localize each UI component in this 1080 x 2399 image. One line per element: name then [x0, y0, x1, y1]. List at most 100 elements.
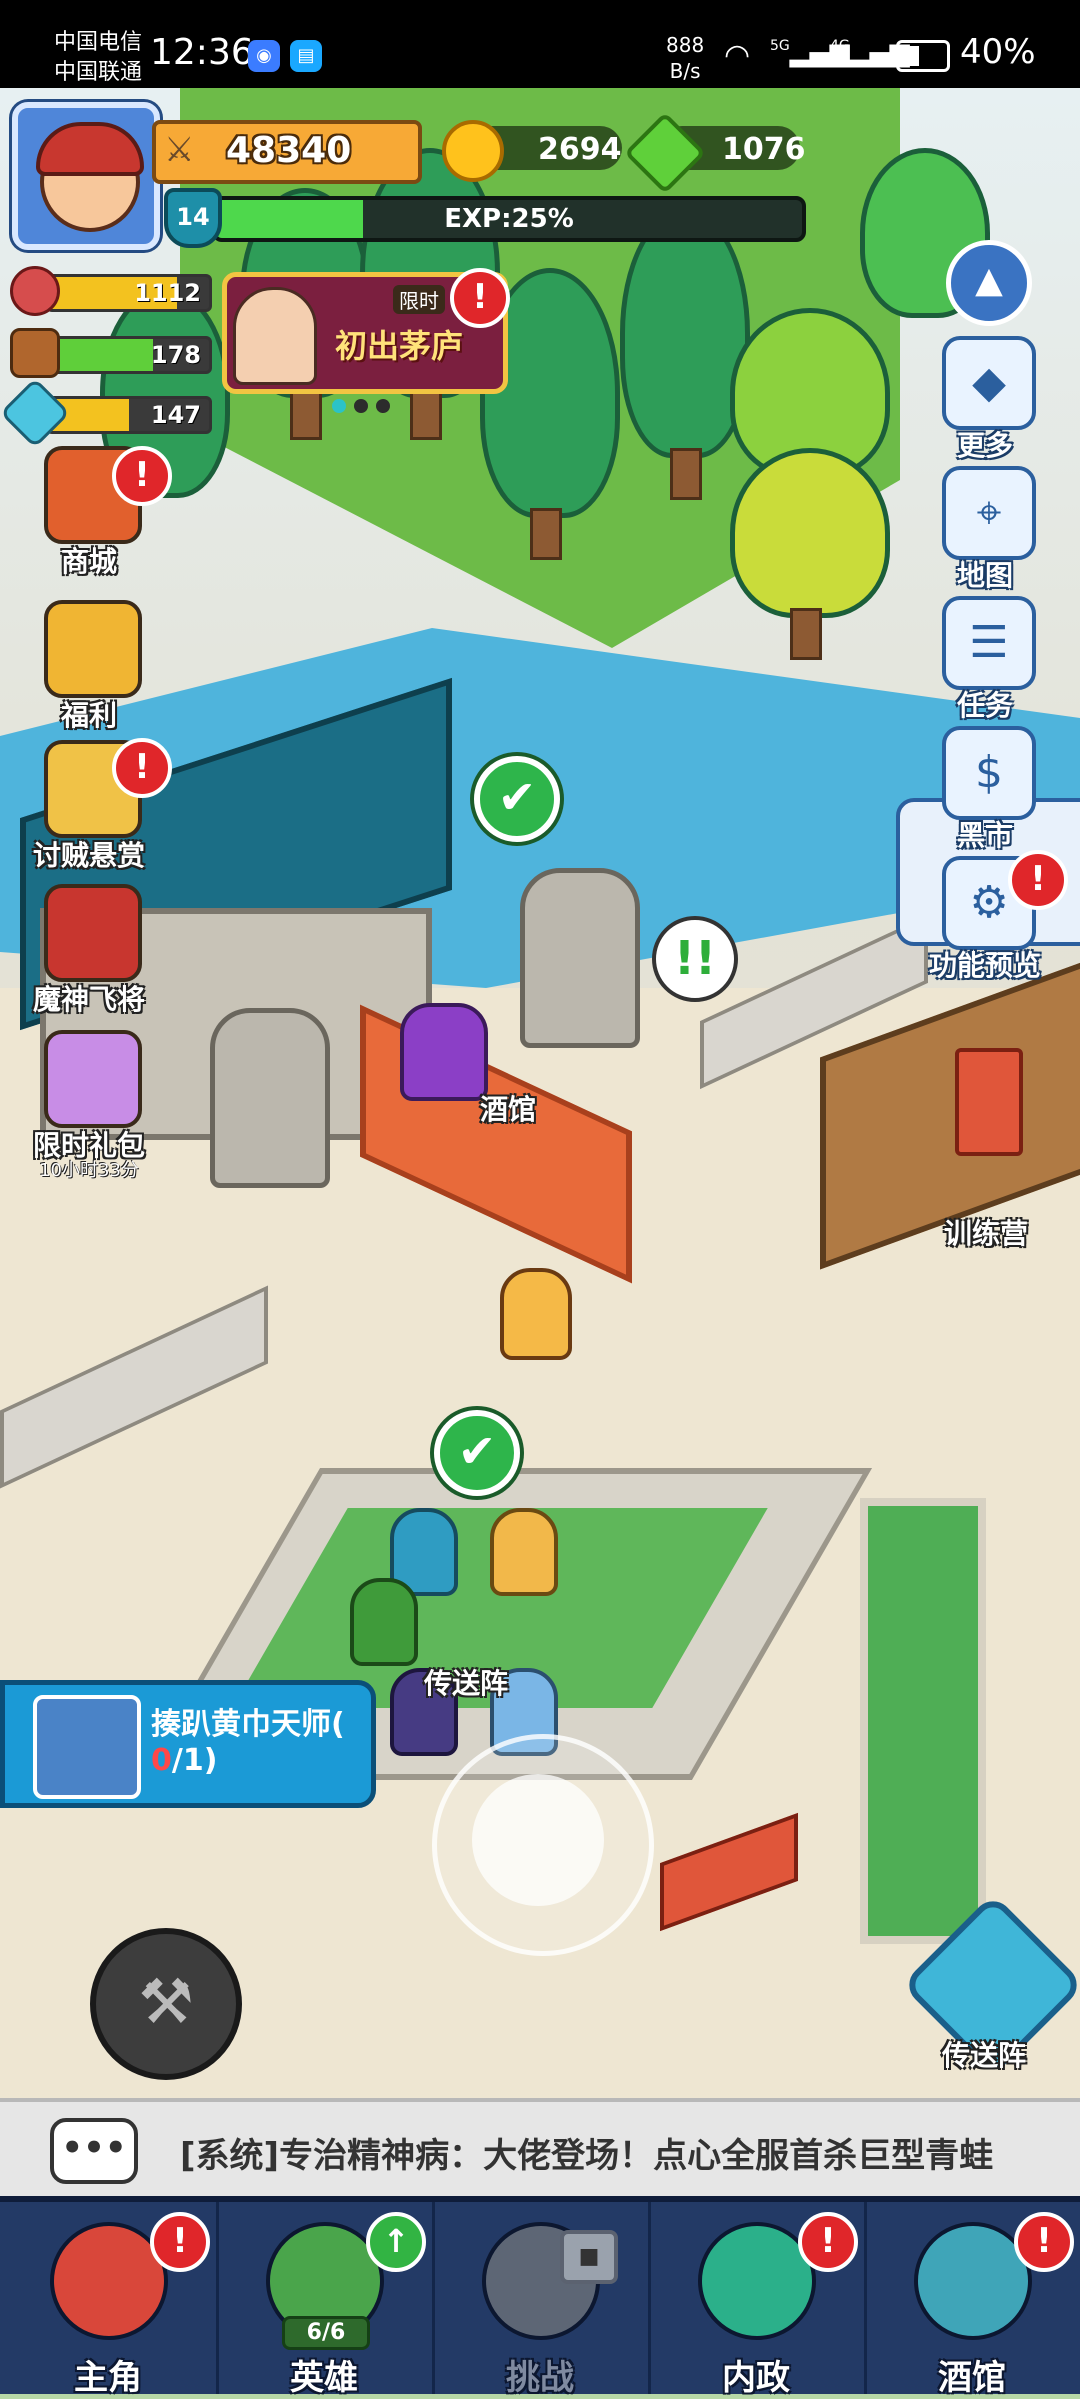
tavern-check-icon[interactable]: ✔ [474, 756, 560, 842]
menu-label: 任务 [956, 689, 1013, 722]
tree [730, 448, 890, 618]
food-stat: 1112 [10, 266, 212, 316]
teleport-array-label[interactable]: 传送阵 [424, 1662, 508, 1702]
tavern-label[interactable]: 酒馆 [480, 1088, 536, 1128]
collapse-up-icon[interactable]: ▲ [946, 240, 1032, 326]
speed-unit: B/s [669, 59, 701, 83]
menu-black-market[interactable]: $ 黑市 [920, 726, 1050, 852]
training-camp-label[interactable]: 训练营 [944, 1212, 1028, 1252]
tab-challenge[interactable]: ■ 挑战 [432, 2202, 651, 2398]
quest-tracker[interactable]: 揍趴黄巾天师( 0/1) [0, 1680, 376, 1808]
teleport-button-label: 传送阵 [942, 2039, 1027, 2072]
signal-4g-label: 4G [830, 38, 850, 54]
combat-power: ⚔ 48340 [152, 120, 422, 184]
food-value: 1112 [134, 279, 201, 307]
carrier-1: 中国电信 [54, 30, 143, 55]
menu-more[interactable]: ◆ 更多 [920, 336, 1050, 462]
menu-welfare[interactable]: 福利 [14, 600, 164, 732]
guard-statue [520, 868, 640, 1048]
menu-label: 更多 [956, 429, 1013, 462]
level-badge: 14 [164, 188, 222, 248]
network-speed: 888 B/s [666, 32, 704, 84]
joystick-knob[interactable] [472, 1774, 604, 1906]
crystal-stat: 147 [0, 377, 212, 449]
quest-speech-icon[interactable]: !! [652, 916, 738, 1002]
teleport-check-icon[interactable]: ✔ [434, 1410, 520, 1496]
tab-heroes[interactable]: ↑ 6/6 英雄 [216, 2202, 435, 2398]
signal-5g-label: 5G [770, 38, 790, 54]
guard-statue [210, 1008, 330, 1188]
menu-label: 福利 [60, 699, 117, 732]
task-list-icon: ☰ [942, 596, 1036, 690]
teleport-button[interactable]: 传送阵 [901, 1893, 1080, 2077]
crossed-swords-icon: ⚔ [164, 130, 195, 170]
carrier-labels: 中国电信 中国联通 [54, 28, 142, 88]
notification-book-icon: ▤ [290, 40, 322, 72]
tab-protagonist[interactable]: ! 主角 [0, 2202, 219, 2398]
menu-demon-general[interactable]: 魔神飞将 [14, 884, 164, 1016]
battery-percent: 40% [960, 32, 1036, 72]
limited-tag: 限时 [393, 285, 445, 314]
menu-label: 商城 [60, 545, 117, 578]
battery-icon [896, 40, 950, 72]
pack-timer: 10小时33分 [39, 1160, 139, 1181]
bottom-nav: ! 主角 ↑ 6/6 英雄 ■ 挑战 ! 内政 ! 酒馆 [0, 2196, 1080, 2398]
tab-tavern[interactable]: ! 酒馆 [864, 2202, 1080, 2398]
hero-unit[interactable] [350, 1578, 418, 1666]
menu-limited-pack[interactable]: 限时礼包 10小时33分 [14, 1030, 164, 1181]
gold-coin-icon [442, 120, 504, 182]
hero-count: 6/6 [282, 2316, 370, 2350]
quest-progress-current: 0 [151, 1743, 172, 1778]
tavern-npc[interactable] [400, 1003, 488, 1101]
bounty-alert-icon: ! [112, 738, 172, 798]
quest-title: 揍趴黄巾天师( [151, 1707, 345, 1742]
tab-label: 英雄 [290, 2358, 358, 2398]
tab-label: 酒馆 [938, 2358, 1006, 2398]
lock-icon: ■ [560, 2230, 618, 2284]
chat-bar[interactable]: ••• [系统]专治精神病：大佬登场！点心全服首杀巨型青蛙 [0, 2098, 1080, 2200]
player-character[interactable] [500, 1268, 572, 1360]
tab-alert-icon: ! [1014, 2212, 1074, 2272]
hero-unit[interactable] [490, 1508, 558, 1596]
page-dot[interactable] [332, 399, 346, 413]
menu-label: 黑市 [956, 819, 1013, 852]
menu-label: 魔神飞将 [32, 983, 145, 1016]
map-pin-icon: ⌖ [942, 466, 1036, 560]
event-title: 初出茅庐 [335, 327, 464, 365]
crystal-value: 147 [150, 401, 201, 429]
banner-page-dots[interactable] [328, 398, 394, 417]
garden-strip [860, 1498, 986, 1944]
player-avatar[interactable] [12, 102, 160, 250]
notification-app-icon: ◉ [248, 40, 280, 72]
page-dot[interactable] [354, 399, 368, 413]
tab-label: 挑战 [506, 2358, 574, 2398]
wood-stat: 178 [10, 328, 212, 378]
camp-banner [955, 1048, 1023, 1156]
gold-value: 2694 [538, 132, 622, 167]
page-dot[interactable] [376, 399, 390, 413]
menu-tasks[interactable]: ☰ 任务 [920, 596, 1050, 722]
shop-alert-icon: ! [112, 446, 172, 506]
hammer-icon[interactable]: ⚒ [90, 1928, 242, 2080]
quest-boss-portrait [33, 1695, 141, 1799]
menu-label: 地图 [956, 559, 1013, 592]
money-bag-icon: $ [942, 726, 1036, 820]
menu-map[interactable]: ⌖ 地图 [920, 466, 1050, 592]
preview-alert-icon: ! [1008, 850, 1068, 910]
combat-power-value: 48340 [226, 130, 352, 171]
chat-bubble-icon[interactable]: ••• [50, 2118, 138, 2184]
status-time: 12:36 [150, 32, 254, 73]
gem-value: 1076 [722, 132, 806, 167]
chat-message: [系统]专治精神病：大佬登场！点心全服首杀巨型青蛙 [180, 2136, 994, 2176]
menu-label: 讨贼悬赏 [32, 839, 145, 872]
exp-bar: EXP:25% [212, 196, 806, 242]
wood-value: 178 [150, 341, 201, 369]
tab-domestic[interactable]: ! 内政 [648, 2202, 867, 2398]
status-bar: 中国电信 中国联通 12:36 ◉ ▤ 888 B/s ◠ 5G▂▄▆ 4G▂▄… [0, 0, 1080, 88]
wood-log-icon [10, 328, 60, 378]
carrier-2: 中国联通 [54, 60, 143, 85]
quest-progress: 0/1) [151, 1743, 217, 1778]
speed-value: 888 [666, 33, 705, 57]
gift-box-clock-icon [44, 1030, 142, 1128]
welfare-gift-icon [44, 600, 142, 698]
